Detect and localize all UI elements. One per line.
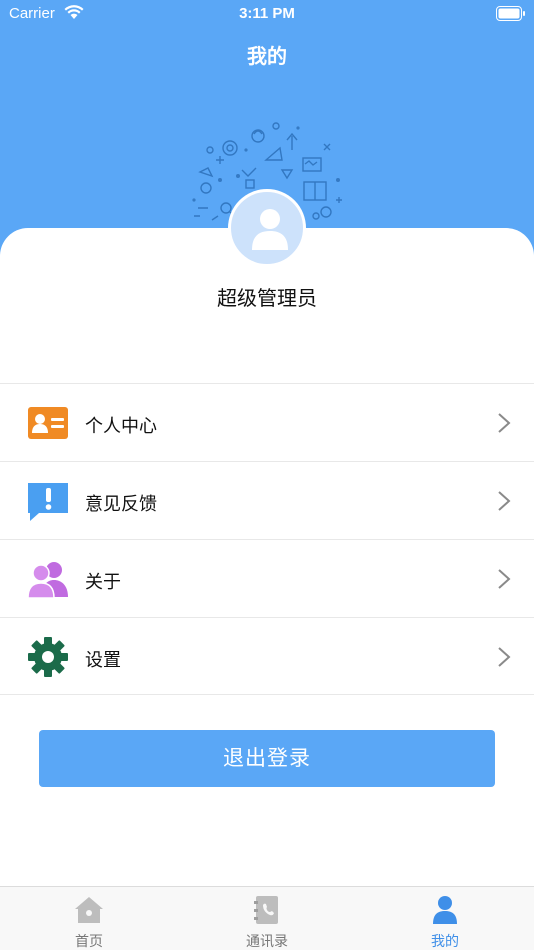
user-silhouette-icon (252, 209, 288, 250)
menu-item-settings[interactable]: 设置 (0, 617, 534, 695)
page-title: 我的 (247, 44, 287, 68)
tab-home[interactable]: 首页 (0, 887, 178, 950)
menu-list: 个人中心 意见反馈 关于 设置 (0, 383, 534, 695)
contacts-icon (254, 896, 278, 924)
chevron-right-icon (498, 569, 511, 589)
status-bar: Carrier 3:11 PM (0, 0, 534, 30)
avatar[interactable] (228, 189, 306, 267)
tab-bar: 首页 通讯录 我的 (0, 886, 534, 950)
tab-label: 首页 (75, 934, 103, 950)
menu-item-label: 关于 (85, 572, 121, 593)
chevron-right-icon (498, 413, 511, 433)
clock-label: 3:11 PM (239, 5, 295, 22)
gear-icon (28, 637, 68, 677)
menu-item-label: 意见反馈 (85, 494, 157, 515)
menu-item-label: 个人中心 (85, 416, 157, 437)
id-card-icon (28, 407, 68, 439)
username: 超级管理员 (217, 286, 317, 310)
tab-contacts[interactable]: 通讯录 (178, 887, 356, 950)
chevron-right-icon (498, 647, 511, 667)
menu-item-feedback[interactable]: 意见反馈 (0, 461, 534, 539)
battery-icon (496, 6, 526, 25)
people-icon (27, 562, 68, 599)
tab-label: 通讯录 (246, 934, 288, 950)
home-icon (75, 897, 103, 923)
menu-item-personal-center[interactable]: 个人中心 (0, 383, 534, 461)
menu-item-about[interactable]: 关于 (0, 539, 534, 617)
tab-label: 我的 (431, 934, 459, 950)
feedback-icon (28, 483, 68, 521)
tab-mine[interactable]: 我的 (356, 887, 534, 950)
menu-item-label: 设置 (85, 650, 121, 671)
logout-button[interactable]: 退出登录 (39, 730, 495, 787)
chevron-right-icon (498, 491, 511, 511)
user-icon (433, 896, 457, 924)
